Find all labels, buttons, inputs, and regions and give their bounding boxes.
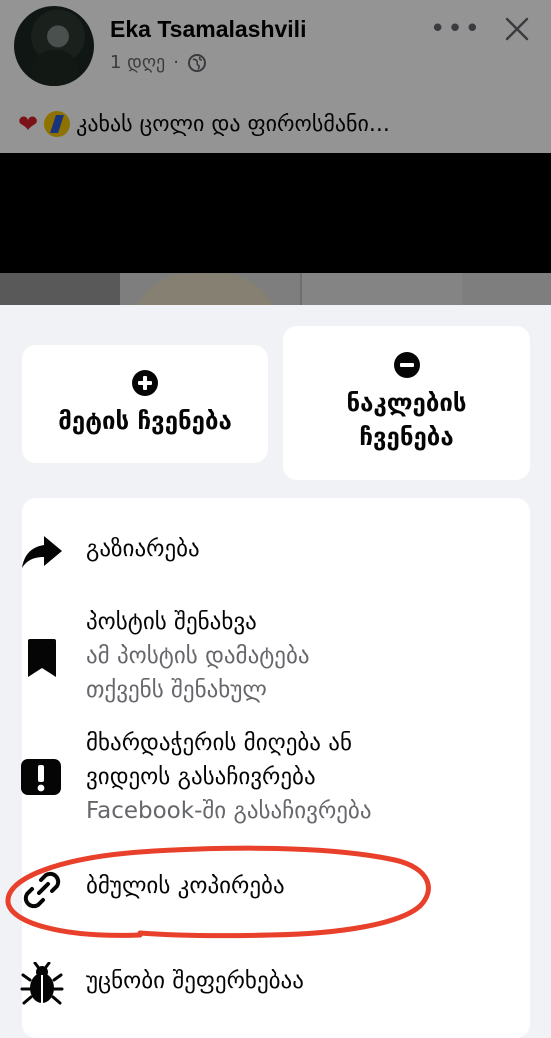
- copy-link-label: ბმულის კოპირება: [86, 873, 285, 899]
- exclamation-square-icon: [21, 759, 61, 795]
- save-post-sub2: თქვენს შენახულ: [86, 677, 267, 703]
- show-less-button[interactable]: ნაკლების ჩვენება: [283, 326, 530, 480]
- report-sub: Facebook-ში გასაჩივრება: [86, 798, 372, 824]
- link-icon: [23, 871, 61, 909]
- bug-icon: [20, 962, 64, 1005]
- bug-label: უცნობი შეფერხებაა: [86, 968, 304, 994]
- show-more-button[interactable]: მეტის ჩვენება: [22, 345, 268, 463]
- save-post-title: პოსტის შენახვა: [86, 609, 257, 635]
- share-label: გაზიარება: [86, 536, 200, 562]
- plus-circle-icon: [132, 370, 158, 396]
- show-less-label-line2: ჩვენება: [359, 423, 454, 451]
- share-arrow-icon: [22, 536, 62, 568]
- show-less-label-line1: ნაკლების: [346, 389, 467, 417]
- minus-circle-icon: [393, 352, 420, 378]
- report-label: მხარდაჭერის მიღება ან ვიდეოს გასაჩივრება…: [86, 726, 372, 828]
- modal-overlay[interactable]: [0, 0, 551, 305]
- show-more-label: მეტის ჩვენება: [58, 407, 232, 435]
- report-title-line1: მხარდაჭერის მიღება ან: [86, 730, 352, 756]
- report-title-line2: ვიდეოს გასაჩივრება: [86, 764, 316, 790]
- bookmark-icon: [28, 639, 56, 677]
- save-post-label: პოსტის შენახვა ამ პოსტის დამატება თქვენს…: [86, 605, 310, 707]
- save-post-sub1: ამ პოსტის დამატება: [86, 643, 310, 669]
